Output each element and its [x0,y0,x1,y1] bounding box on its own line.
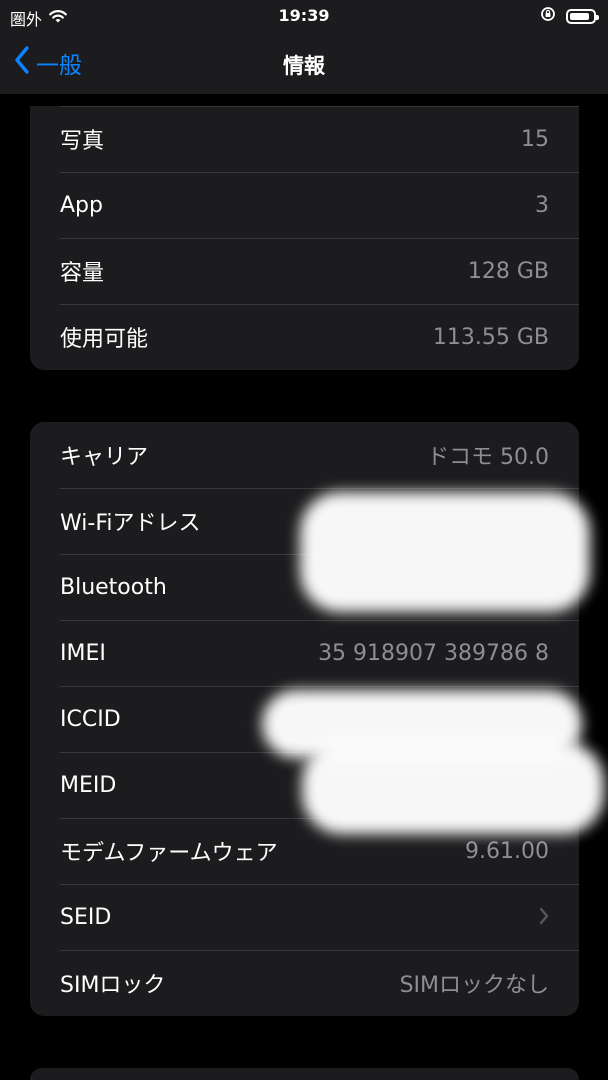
row-label: キャリア [60,445,149,470]
info-row-photos: 写真 15 [30,106,579,172]
group-divider-line [60,106,579,107]
row-label: IMEI [60,640,106,666]
info-row-seid[interactable]: SEID [30,884,579,950]
row-value: ドコモ 50.0 [427,445,549,470]
row-value: 15 [521,126,549,152]
battery-level [570,12,589,20]
info-row-apps: App 3 [30,172,579,238]
status-right [540,6,599,26]
row-value: SIMロックなし [399,973,549,998]
row-label: MEID [60,772,117,798]
row-value: 9.61.00 [465,838,549,864]
status-bar: 圏外 19:39 [0,0,608,34]
row-label: Bluetooth [60,574,167,600]
info-row-carrier: キャリア ドコモ 50.0 [30,422,579,488]
info-row-available: 使用可能 113.55 GB [30,304,579,370]
battery-icon [566,8,599,24]
row-label: 使用可能 [60,327,149,352]
row-label: App [60,192,103,218]
row-value: 128 GB [467,258,549,284]
row-value: 35 918907 389786 8 [318,640,549,666]
row-value: 3 [535,192,549,218]
redaction-mask [302,742,604,834]
row-label: 容量 [60,261,105,286]
row-label: SEID [60,904,112,930]
navigation-bar: 一般 情報 [0,34,608,94]
info-row-imei: IMEI 35 918907 389786 8 [30,620,579,686]
row-label: SIMロック [60,973,166,998]
page-title: 情報 [283,54,325,78]
row-label: 写真 [60,129,105,154]
info-row-capacity: 容量 128 GB [30,238,579,304]
row-label: モデムファームウェア [60,841,278,866]
row-label: ICCID [60,706,121,732]
info-row-sim-lock: SIMロック SIMロックなし [30,950,579,1016]
orientation-lock-icon [540,6,556,26]
redaction-mask [300,492,590,612]
storage-info-group: 写真 15 App 3 容量 128 GB 使用可能 113.55 GB [30,106,579,370]
row-label: Wi-Fiアドレス [60,511,201,536]
chevron-right-icon [539,903,549,931]
next-info-group [30,1068,579,1080]
status-time: 19:39 [278,6,330,25]
row-value: 113.55 GB [432,324,549,350]
